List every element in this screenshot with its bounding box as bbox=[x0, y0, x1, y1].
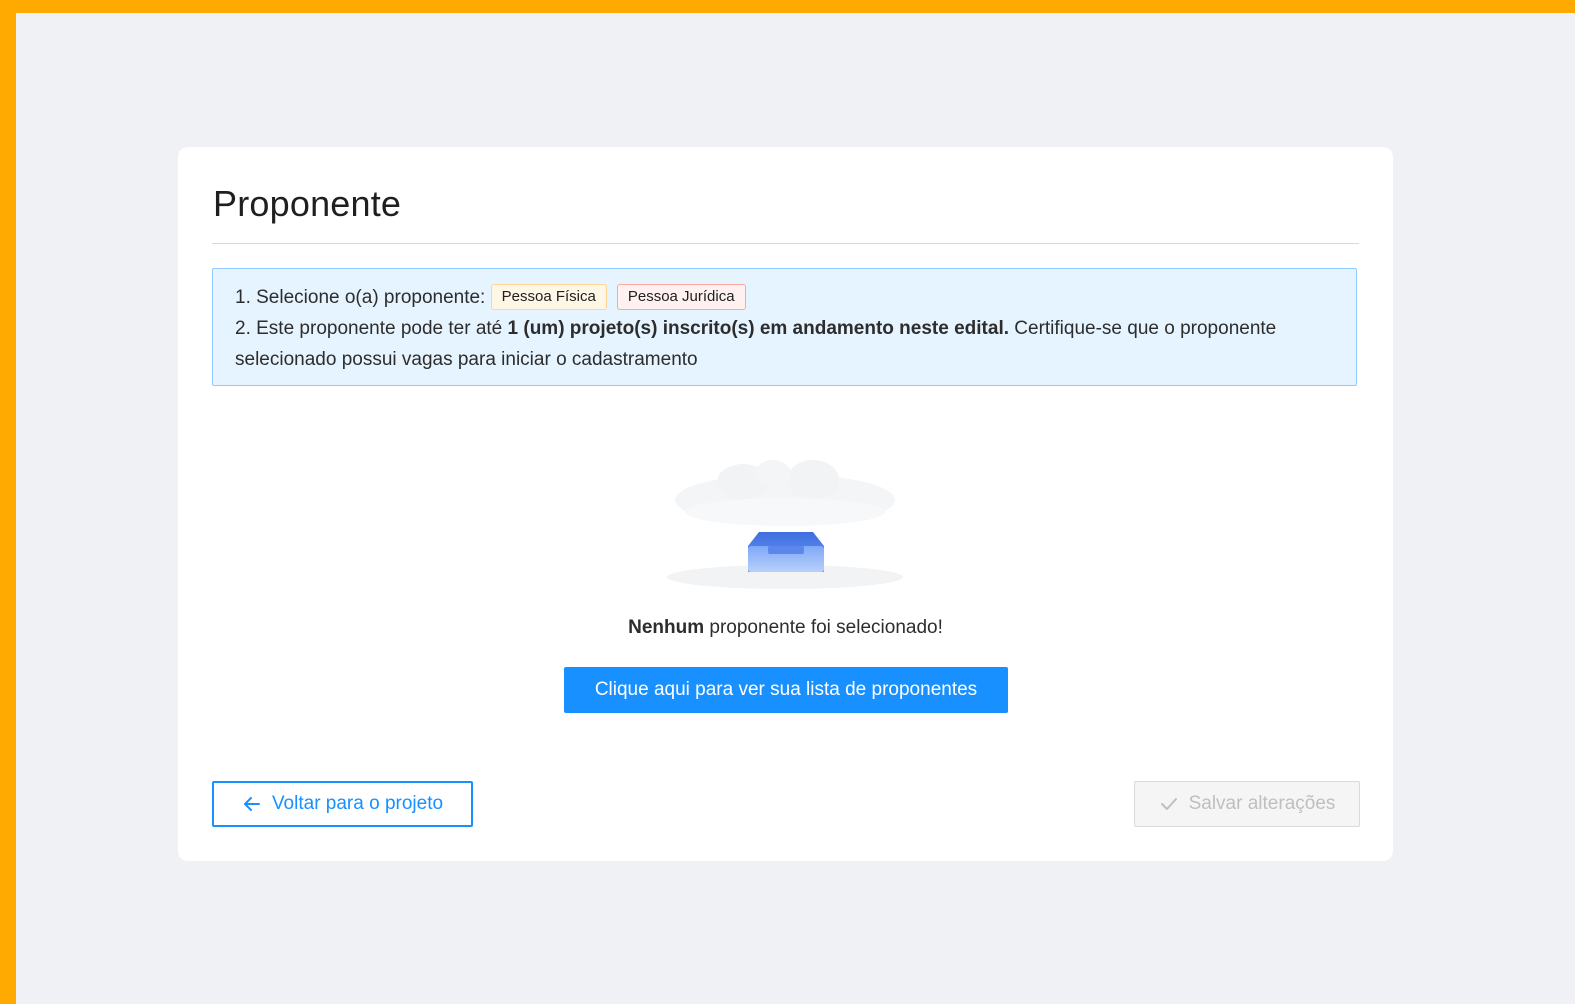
back-button-label: Voltar para o projeto bbox=[271, 793, 444, 814]
save-button-label: Salvar alterações bbox=[1188, 793, 1336, 814]
empty-inbox-icon bbox=[663, 452, 908, 602]
empty-message: Nenhum proponente foi selecionado! bbox=[178, 617, 1393, 639]
info-line-2-bold: 1 (um) projeto(s) inscrito(s) em andamen… bbox=[507, 318, 1009, 339]
proponent-list-button[interactable]: Clique aqui para ver sua lista de propon… bbox=[564, 667, 1008, 713]
empty-message-text: proponente foi selecionado! bbox=[704, 617, 943, 638]
arrow-left-icon bbox=[242, 794, 262, 814]
info-line-1-text: 1. Selecione o(a) proponente: bbox=[235, 287, 486, 308]
check-icon bbox=[1159, 794, 1179, 814]
proponente-card: Proponente 1. Selecione o(a) proponente:… bbox=[178, 147, 1393, 861]
page-title: Proponente bbox=[213, 183, 402, 224]
page-background: Proponente 1. Selecione o(a) proponente:… bbox=[16, 13, 1575, 1004]
info-line-2: 2. Este proponente pode ter até 1 (um) p… bbox=[235, 313, 1334, 375]
info-line-1: 1. Selecione o(a) proponente: Pessoa Fís… bbox=[235, 282, 1334, 313]
title-divider bbox=[212, 243, 1359, 244]
info-alert: 1. Selecione o(a) proponente: Pessoa Fís… bbox=[212, 268, 1357, 386]
back-to-project-button[interactable]: Voltar para o projeto bbox=[212, 781, 473, 827]
tag-pessoa-fisica: Pessoa Física bbox=[490, 283, 607, 310]
empty-message-bold: Nenhum bbox=[628, 617, 705, 638]
info-line-2-prefix: 2. Este proponente pode ter até bbox=[235, 318, 508, 339]
save-changes-button[interactable]: Salvar alterações bbox=[1134, 781, 1360, 827]
tag-pessoa-juridica: Pessoa Jurídica bbox=[616, 283, 746, 310]
